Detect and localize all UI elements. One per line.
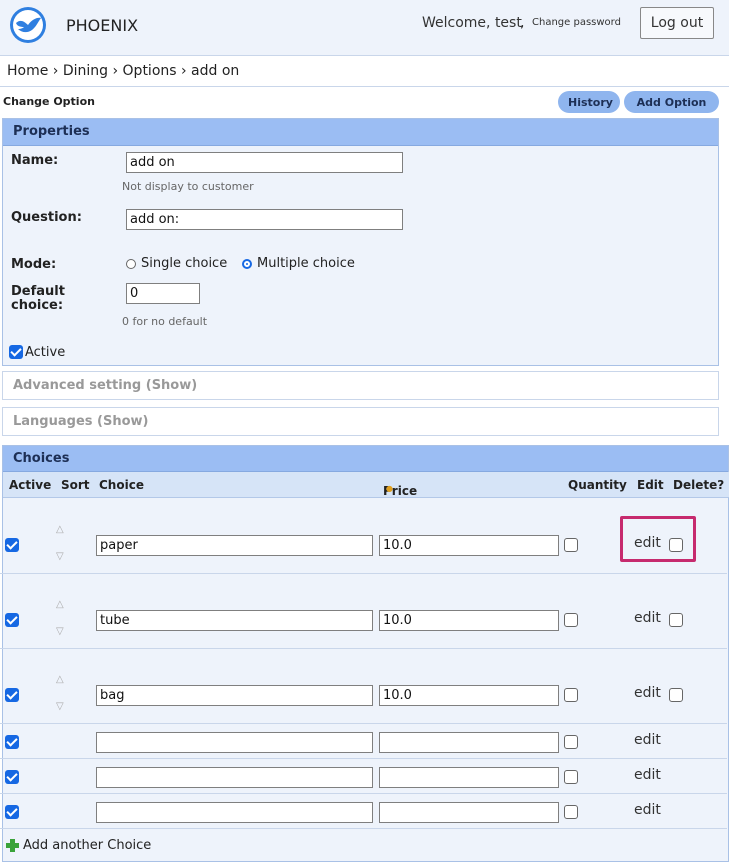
default-choice-hint: 0 for no default	[122, 315, 208, 328]
name-label: Name:	[11, 153, 59, 168]
mode-single-label: Single choice	[141, 256, 228, 271]
edit-link[interactable]: edit	[634, 685, 661, 701]
question-input[interactable]	[126, 209, 403, 230]
edit-link[interactable]: edit	[634, 535, 661, 551]
col-edit: Edit	[637, 478, 664, 492]
sort-down-icon[interactable]: ▽	[56, 551, 64, 562]
logout-button[interactable]: Log out	[640, 7, 714, 39]
edit-link[interactable]: edit	[634, 767, 661, 783]
choices-column-header: Active Sort Choice Price ● Quantity Edit…	[3, 472, 729, 498]
history-button[interactable]: History	[558, 91, 620, 113]
delete-checkbox[interactable]	[669, 538, 683, 552]
default-choice-input[interactable]	[126, 283, 200, 304]
row-active-checkbox[interactable]	[5, 770, 19, 784]
sort-up-icon[interactable]: △	[56, 599, 64, 610]
choice-input[interactable]	[96, 767, 373, 788]
quantity-checkbox[interactable]	[564, 805, 578, 819]
quantity-checkbox[interactable]	[564, 613, 578, 627]
default-choice-label: Default choice:	[11, 284, 65, 313]
row-active-checkbox[interactable]	[5, 805, 19, 819]
price-input[interactable]	[379, 767, 559, 788]
col-sort: Sort	[61, 478, 90, 492]
add-option-button[interactable]: Add Option	[624, 91, 719, 113]
delete-checkbox[interactable]	[669, 688, 683, 702]
mode-label: Mode:	[11, 257, 57, 272]
add-another-choice-link[interactable]: Add another Choice	[6, 838, 151, 853]
row-active-checkbox[interactable]	[5, 735, 19, 749]
radio-checked-icon	[242, 258, 252, 269]
sort-up-icon[interactable]: △	[56, 674, 64, 685]
row-active-checkbox[interactable]	[5, 613, 19, 627]
mode-single-radio[interactable]: Single choice	[126, 256, 227, 271]
price-input[interactable]	[379, 732, 559, 753]
languages-toggle[interactable]: Languages (Show)	[2, 407, 719, 436]
edit-link[interactable]: edit	[634, 802, 661, 818]
price-input[interactable]	[379, 610, 559, 631]
welcome-text: Welcome, test	[422, 15, 522, 31]
question-label: Question:	[11, 210, 82, 225]
sort-indicator-icon: ●	[386, 484, 393, 493]
properties-header: Properties	[3, 119, 718, 146]
add-another-choice-label: Add another Choice	[23, 838, 152, 853]
active-label: Active	[25, 345, 66, 360]
price-input[interactable]	[379, 802, 559, 823]
breadcrumb[interactable]: Home › Dining › Options › add on	[0, 57, 729, 87]
choice-input[interactable]	[96, 610, 373, 631]
quantity-checkbox[interactable]	[564, 770, 578, 784]
quantity-checkbox[interactable]	[564, 735, 578, 749]
name-hint: Not display to customer	[122, 180, 254, 193]
edit-link[interactable]: edit	[634, 610, 661, 626]
page-title: Change Option	[3, 95, 95, 108]
choice-input[interactable]	[96, 685, 373, 706]
change-password-link[interactable]: Change password	[532, 17, 621, 28]
quantity-checkbox[interactable]	[564, 688, 578, 702]
col-choice: Choice	[99, 478, 144, 492]
choices-header: Choices	[3, 446, 728, 472]
brand-name: PHOENIX	[66, 16, 139, 35]
sort-up-icon[interactable]: △	[56, 524, 64, 535]
welcome-comma: ,	[520, 15, 525, 31]
advanced-setting-toggle[interactable]: Advanced setting (Show)	[2, 371, 719, 400]
radio-unchecked-icon	[126, 258, 136, 269]
col-delete: Delete?	[673, 478, 725, 492]
col-quantity: Quantity	[568, 478, 627, 492]
choice-input[interactable]	[96, 802, 373, 823]
phoenix-bird-logo-icon	[10, 7, 46, 43]
choice-input[interactable]	[96, 535, 373, 556]
price-input[interactable]	[379, 685, 559, 706]
delete-checkbox[interactable]	[669, 613, 683, 627]
choice-input[interactable]	[96, 732, 373, 753]
mode-multiple-radio[interactable]: Multiple choice	[242, 256, 355, 271]
active-checkbox[interactable]	[9, 345, 23, 359]
row-active-checkbox[interactable]	[5, 688, 19, 702]
top-header: PHOENIX Welcome, test Change password , …	[0, 0, 729, 56]
price-input[interactable]	[379, 535, 559, 556]
edit-link[interactable]: edit	[634, 732, 661, 748]
col-active: Active	[9, 478, 52, 492]
plus-icon	[6, 839, 19, 852]
name-input[interactable]	[126, 152, 403, 173]
mode-multiple-label: Multiple choice	[257, 256, 355, 271]
sort-down-icon[interactable]: ▽	[56, 701, 64, 712]
quantity-checkbox[interactable]	[564, 538, 578, 552]
sort-down-icon[interactable]: ▽	[56, 626, 64, 637]
row-active-checkbox[interactable]	[5, 538, 19, 552]
